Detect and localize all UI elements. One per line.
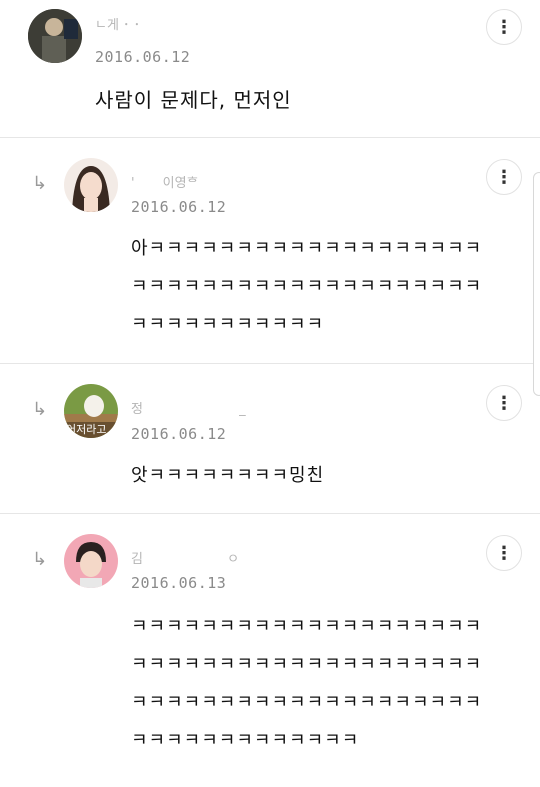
avatar-image: [28, 9, 82, 63]
reply-arrow-icon: ↳: [32, 399, 48, 420]
comment-text: 사람이 문제다, 먼저인: [95, 88, 292, 112]
more-options-button[interactable]: ⋮: [486, 385, 522, 421]
comment-text: ㅋㅋㅋㅋㅋㅋㅋㅋㅋㅋㅋㅋㅋㅋㅋㅋㅋㅋㅋㅋㅋㅋㅋㅋㅋㅋㅋㅋㅋㅋㅋㅋㅋㅋㅋㅋㅋㅋㅋㅋ…: [131, 616, 483, 751]
avatar-label: 어저라고: [66, 423, 107, 436]
reply-arrow-icon: ↳: [32, 173, 48, 194]
author-name: 'ᅟ ᅟ이영ᄒ: [131, 176, 199, 191]
more-vertical-icon: ⋮: [495, 542, 513, 564]
avatar-image: [64, 534, 118, 588]
more-vertical-icon: ⋮: [495, 166, 513, 188]
scrollbar[interactable]: [533, 172, 540, 396]
more-vertical-icon: ⋮: [495, 392, 513, 414]
avatar[interactable]: [28, 9, 82, 63]
avatar-image: [64, 158, 118, 212]
author-name: 정ᅟᅟ ᅟᅟ ᅟᅟ ᅟ_: [131, 402, 246, 417]
comment-date: 2016.06.13: [131, 574, 227, 592]
comment-date: 2016.06.12: [131, 198, 227, 216]
comment-item: ↳ 김ᅟᅟ ᅟᅟ ᅟᅟ ㅇ 2016.06.13 ㅋㅋㅋㅋㅋㅋㅋㅋㅋㅋㅋㅋㅋㅋㅋ…: [0, 514, 540, 787]
avatar[interactable]: [64, 158, 118, 212]
avatar[interactable]: [64, 534, 118, 588]
more-options-button[interactable]: ⋮: [486, 9, 522, 45]
more-options-button[interactable]: ⋮: [486, 159, 522, 195]
author-name: ㄴ게 ･ ･: [95, 18, 141, 33]
comment-text: 아ㅋㅋㅋㅋㅋㅋㅋㅋㅋㅋㅋㅋㅋㅋㅋㅋㅋㅋㅋㅋㅋㅋㅋㅋㅋㅋㅋㅋㅋㅋㅋㅋㅋㅋㅋㅋㅋㅋㅋ…: [131, 238, 483, 335]
comment-item: ↳ 'ᅟ ᅟ이영ᄒ 2016.06.12 아ㅋㅋㅋㅋㅋㅋㅋㅋㅋㅋㅋㅋㅋㅋㅋㅋㅋㅋ…: [0, 138, 540, 364]
more-options-button[interactable]: ⋮: [486, 535, 522, 571]
comment-item: ↳ 어저라고 정ᅟᅟ ᅟᅟ ᅟᅟ ᅟ_ 2016.06.12 앗ㅋㅋㅋㅋㅋㅋㅋㅋ…: [0, 364, 540, 514]
more-vertical-icon: ⋮: [495, 16, 513, 38]
reply-arrow-icon: ↳: [32, 549, 48, 570]
avatar[interactable]: 어저라고: [64, 384, 118, 438]
comment-text: 앗ㅋㅋㅋㅋㅋㅋㅋㅋ밍친: [131, 465, 325, 486]
author-name: 김ᅟᅟ ᅟᅟ ᅟᅟ ㅇ: [131, 552, 240, 567]
comment-item: ㄴ게 ･ ･ 2016.06.12 사람이 문제다, 먼저인 ⋮: [0, 0, 540, 138]
comment-date: 2016.06.12: [95, 48, 191, 66]
comment-date: 2016.06.12: [131, 425, 227, 443]
